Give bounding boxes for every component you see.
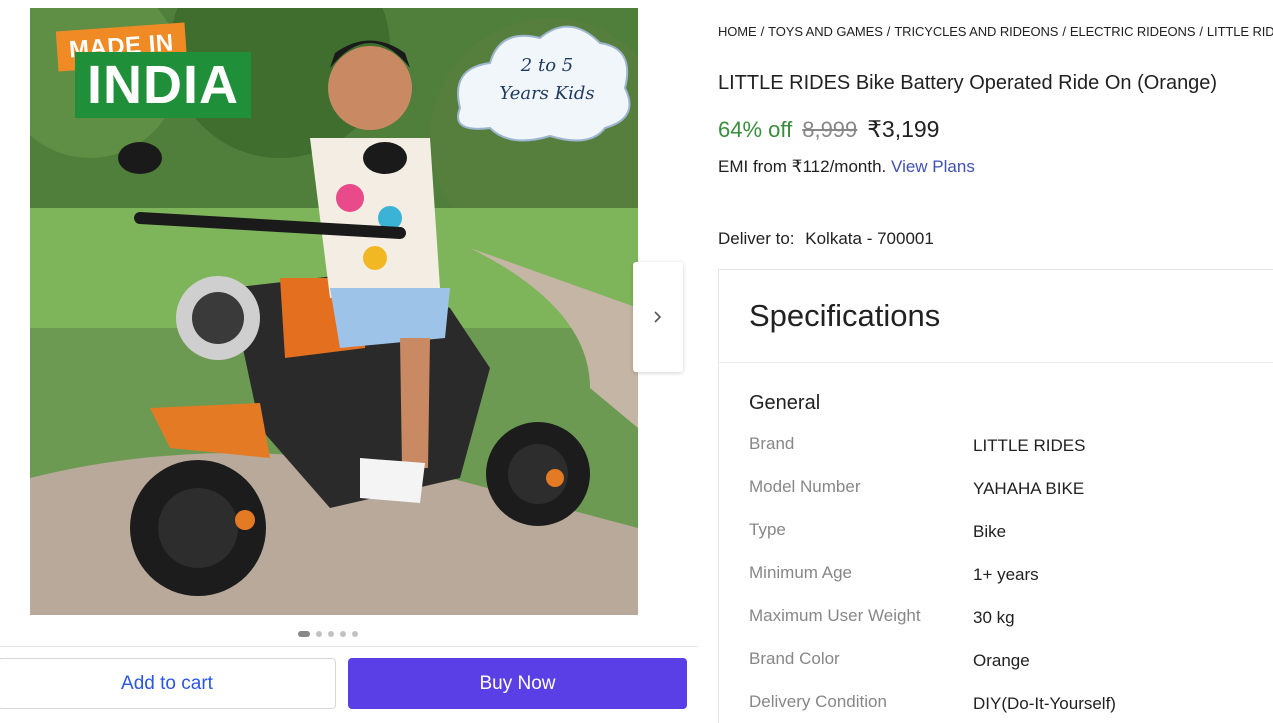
spec-value: 1+ years xyxy=(973,565,1039,584)
spec-key: Model Number xyxy=(749,477,861,496)
spec-key: Type xyxy=(749,520,786,539)
specifications-title: Specifications xyxy=(749,298,941,333)
deliver-label: Deliver to: xyxy=(718,229,795,248)
spec-value: LITTLE RIDES xyxy=(973,436,1086,455)
spec-key: Brand xyxy=(749,434,795,453)
specifications-header[interactable]: Specifications xyxy=(719,270,1273,363)
breadcrumb: HOME / TOYS AND GAMES / TRICYCLES AND RIDEON… xyxy=(718,24,1273,39)
emi-text: EMI from ₹112/month. xyxy=(718,157,887,176)
carousel-dots xyxy=(298,631,358,637)
product-title: LITTLE RIDES Bike Battery Operated Ride … xyxy=(718,72,1218,94)
carousel-dot[interactable] xyxy=(340,631,346,637)
original-price: 8,999 xyxy=(802,117,858,142)
spec-row: Model Number YAHAHA BIKE xyxy=(749,477,1084,501)
carousel-next-button[interactable] xyxy=(633,262,683,372)
spec-group-title: General xyxy=(749,392,821,414)
breadcrumb-tricycles-and-rideons[interactable]: TRICYCLES AND RIDEONS xyxy=(894,24,1058,39)
breadcrumb-home[interactable]: HOME xyxy=(718,24,757,39)
emi-info: EMI from ₹112/month. View Plans xyxy=(718,157,975,177)
carousel-dot[interactable] xyxy=(352,631,358,637)
spec-value: Bike xyxy=(973,522,1007,541)
delivery-location[interactable]: Kolkata - 700001 xyxy=(805,229,934,248)
spec-row: Type Bike xyxy=(749,520,1006,544)
age-cloud-label: 2 to 5 Years Kids xyxy=(482,52,612,108)
spec-value: YAHAHA BIKE xyxy=(973,479,1085,498)
carousel-dot[interactable] xyxy=(328,631,334,637)
age-cloud-line1: 2 to 5 xyxy=(520,55,574,76)
action-bar: Add to cart Buy Now xyxy=(0,646,698,723)
breadcrumb-little-rides[interactable]: LITTLE RIDES xyxy=(1207,24,1273,39)
view-plans-link[interactable]: View Plans xyxy=(891,157,975,176)
discount-percent: 64% off xyxy=(718,117,793,142)
spec-value: DIY(Do-It-Yourself) xyxy=(973,694,1116,713)
selling-price: ₹3,199 xyxy=(867,116,940,142)
spec-row: Delivery Condition DIY(Do-It-Yourself) xyxy=(749,692,1116,716)
spec-row: Minimum Age 1+ years xyxy=(749,563,1039,587)
product-image[interactable]: MADE IN INDIA 2 to 5 Years Kids xyxy=(30,8,638,615)
spec-key: Brand Color xyxy=(749,649,840,668)
chevron-right-icon xyxy=(654,311,662,323)
india-badge: INDIA xyxy=(75,52,251,118)
spec-row: Maximum User Weight 30 kg xyxy=(749,606,1015,630)
breadcrumb-electric-rideons[interactable]: ELECTRIC RIDEONS xyxy=(1070,24,1196,39)
spec-value: Orange xyxy=(973,651,1030,670)
price-row: 64% off 8,999 ₹3,199 xyxy=(718,116,939,143)
carousel-dot[interactable] xyxy=(316,631,322,637)
spec-row: Brand Color Orange xyxy=(749,649,1030,673)
carousel-dot[interactable] xyxy=(298,631,310,637)
buy-now-button[interactable]: Buy Now xyxy=(348,658,687,709)
spec-row: Brand LITTLE RIDES xyxy=(749,434,1085,458)
add-to-cart-button[interactable]: Add to cart xyxy=(0,658,336,709)
spec-key: Minimum Age xyxy=(749,563,852,582)
spec-value: 30 kg xyxy=(973,608,1015,627)
breadcrumb-toys-and-games[interactable]: TOYS AND GAMES xyxy=(768,24,883,39)
spec-key: Maximum User Weight xyxy=(749,606,921,625)
age-cloud-line2: Years Kids xyxy=(499,83,595,104)
spec-key: Delivery Condition xyxy=(749,692,887,711)
delivery-info: Deliver to: Kolkata - 700001 xyxy=(718,229,934,249)
specifications-card: Specifications General Brand LITTLE RIDE… xyxy=(718,269,1273,723)
